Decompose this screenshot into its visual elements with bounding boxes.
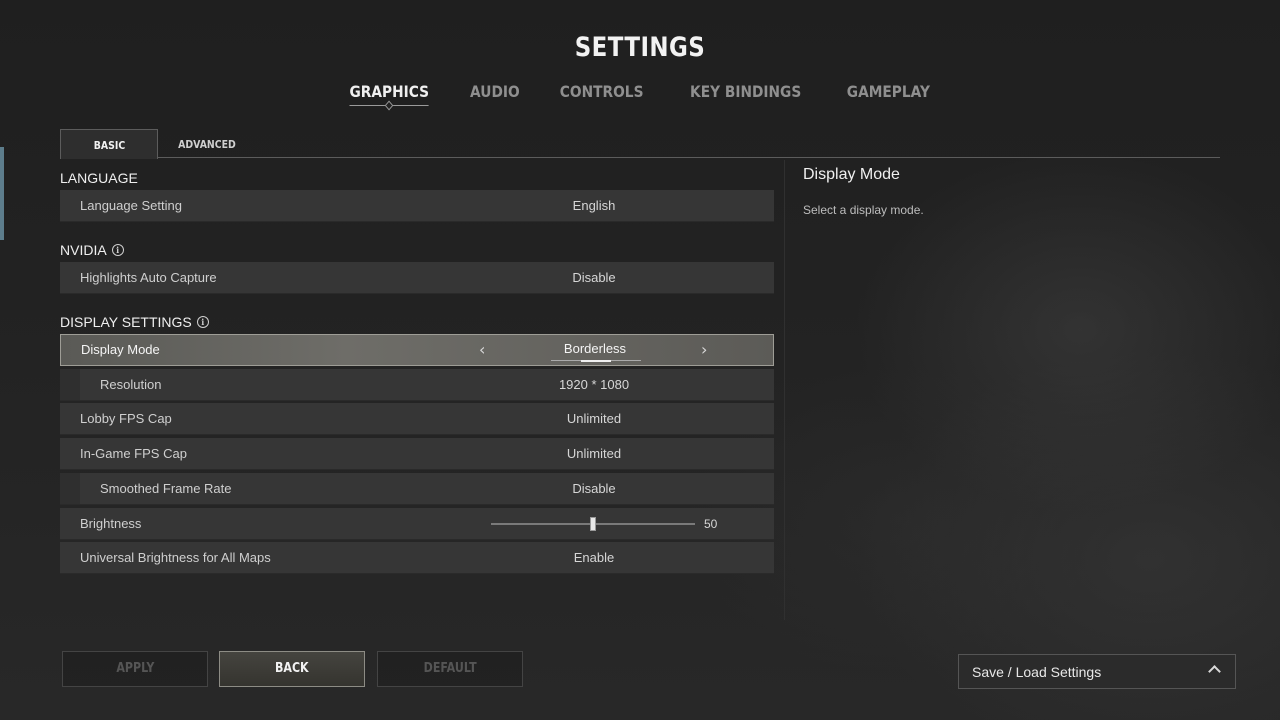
setting-value: Unlimited: [566, 411, 622, 426]
setting-label: Smoothed Frame Rate: [100, 481, 232, 496]
setting-row-display-mode[interactable]: Display Mode ‹ Borderless ›: [60, 334, 774, 366]
option-indicator: [551, 360, 641, 362]
setting-label: Universal Brightness for All Maps: [80, 550, 271, 565]
left-accent-bar: [0, 147, 4, 240]
chevron-right-icon[interactable]: ›: [701, 335, 707, 365]
indent-spacer: [60, 369, 80, 400]
setting-value: English: [572, 198, 616, 213]
setting-row-in-game-fps-cap[interactable]: In-Game FPS Cap Unlimited: [60, 438, 774, 470]
tab-key-bindings[interactable]: KEY BINDINGS: [677, 80, 814, 108]
sub-tab-basic-label: BASIC: [93, 139, 125, 152]
tab-audio[interactable]: AUDIO: [457, 80, 532, 108]
setting-row-resolution[interactable]: Resolution 1920 * 1080: [60, 369, 774, 401]
row-background: [80, 369, 774, 400]
description-text: Select a display mode.: [803, 203, 924, 217]
setting-value: Enable: [573, 550, 615, 565]
sub-tab-basic[interactable]: BASIC: [60, 129, 158, 159]
setting-value: 1920 * 1080: [558, 377, 630, 392]
setting-label: Lobby FPS Cap: [80, 411, 172, 426]
top-tab-bar: GRAPHICS AUDIO CONTROLS KEY BINDINGS GAM…: [0, 80, 1280, 108]
apply-button[interactable]: APPLY: [62, 651, 208, 687]
description-title: Display Mode: [803, 166, 900, 183]
section-title: DISPLAY SETTINGS: [60, 314, 192, 330]
indent-spacer: [60, 473, 80, 504]
section-title: LANGUAGE: [60, 170, 138, 186]
setting-label: Language Setting: [80, 198, 182, 213]
setting-label: Brightness: [80, 516, 142, 531]
back-button-label: BACK: [275, 661, 309, 676]
info-icon[interactable]: i: [196, 316, 209, 328]
option-indicator-current: [581, 360, 611, 362]
sub-tab-advanced[interactable]: ADVANCED: [158, 129, 256, 158]
brightness-value: 50: [704, 517, 718, 531]
section-header-display-settings: DISPLAY SETTINGS i: [60, 314, 209, 330]
setting-label: In-Game FPS Cap: [80, 446, 187, 461]
save-load-settings-dropdown[interactable]: Save / Load Settings: [958, 654, 1236, 689]
setting-value: Disable: [572, 270, 616, 285]
chevron-up-icon: [1208, 665, 1221, 678]
brightness-slider-thumb[interactable]: [590, 517, 596, 531]
info-icon[interactable]: i: [111, 244, 124, 256]
default-button[interactable]: DEFAULT: [377, 651, 523, 687]
setting-label: Display Mode: [81, 342, 160, 357]
setting-row-language[interactable]: Language Setting English: [60, 190, 774, 222]
setting-row-universal-brightness[interactable]: Universal Brightness for All Maps Enable: [60, 542, 774, 574]
chevron-left-icon[interactable]: ‹: [479, 335, 485, 365]
section-header-language: LANGUAGE: [60, 170, 138, 186]
page-title: SETTINGS: [574, 32, 706, 63]
setting-row-brightness[interactable]: Brightness 50: [60, 508, 774, 540]
panel-divider: [784, 160, 785, 620]
save-load-label: Save / Load Settings: [972, 664, 1102, 680]
setting-value: Disable: [572, 481, 616, 496]
default-button-label: DEFAULT: [423, 661, 477, 676]
setting-label: Resolution: [100, 377, 162, 392]
setting-value: Borderless: [563, 341, 627, 356]
setting-row-highlights-auto-capture[interactable]: Highlights Auto Capture Disable: [60, 262, 774, 294]
tab-graphics[interactable]: GRAPHICS: [337, 80, 442, 108]
sub-tab-advanced-label: ADVANCED: [178, 138, 236, 151]
sub-tab-bar: BASIC ADVANCED: [60, 129, 1220, 159]
section-title: NVIDIA: [60, 242, 107, 258]
back-button[interactable]: BACK: [219, 651, 365, 687]
tab-controls[interactable]: CONTROLS: [547, 80, 656, 108]
tab-gameplay[interactable]: GAMEPLAY: [834, 80, 943, 108]
section-header-nvidia: NVIDIA i: [60, 242, 124, 258]
setting-row-lobby-fps-cap[interactable]: Lobby FPS Cap Unlimited: [60, 403, 774, 435]
setting-value: Unlimited: [566, 446, 622, 461]
apply-button-label: APPLY: [115, 661, 155, 676]
setting-label: Highlights Auto Capture: [80, 270, 217, 285]
setting-row-smoothed-frame-rate[interactable]: Smoothed Frame Rate Disable: [60, 473, 774, 505]
